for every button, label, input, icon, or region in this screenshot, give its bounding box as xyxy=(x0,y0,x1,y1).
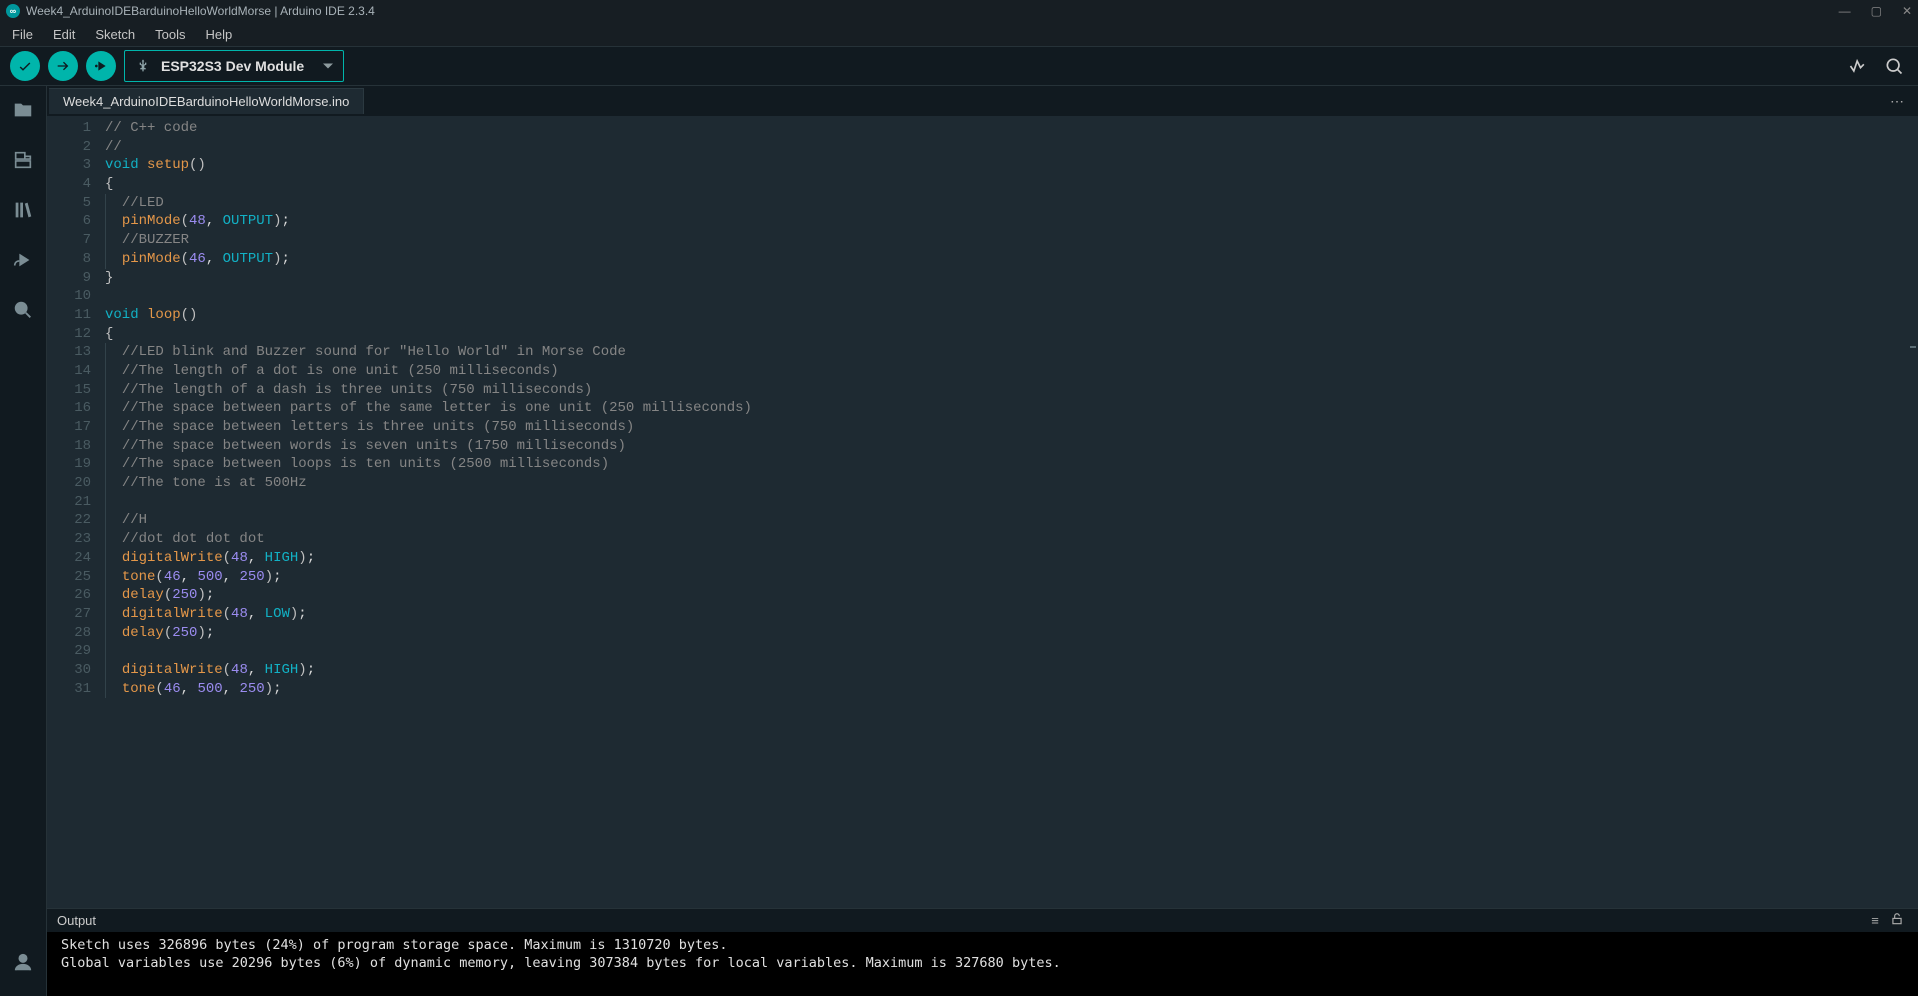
account-icon[interactable] xyxy=(9,948,37,976)
serial-plotter-button[interactable] xyxy=(1844,52,1872,80)
minimize-button[interactable]: — xyxy=(1839,4,1851,18)
usb-icon xyxy=(135,58,151,74)
menu-edit[interactable]: Edit xyxy=(45,25,83,44)
toolbar: ESP32S3 Dev Module xyxy=(0,46,1918,86)
debug-button[interactable] xyxy=(86,51,116,81)
menu-help[interactable]: Help xyxy=(197,25,240,44)
line-gutter: 1234567891011121314151617181920212223242… xyxy=(47,116,99,908)
editor-tabbar: Week4_ArduinoIDEBarduinoHelloWorldMorse.… xyxy=(47,86,1918,116)
menubar: File Edit Sketch Tools Help xyxy=(0,22,1918,46)
upload-button[interactable] xyxy=(48,51,78,81)
chevron-down-icon xyxy=(323,64,333,69)
output-lock-icon[interactable] xyxy=(1886,912,1908,929)
board-name: ESP32S3 Dev Module xyxy=(161,58,304,74)
code-editor[interactable]: 1234567891011121314151617181920212223242… xyxy=(47,116,1918,908)
output-panel[interactable]: Sketch uses 326896 bytes (24%) of progra… xyxy=(47,932,1918,996)
activity-bar xyxy=(0,86,47,996)
search-icon[interactable] xyxy=(9,296,37,324)
menu-file[interactable]: File xyxy=(4,25,41,44)
close-button[interactable]: ✕ xyxy=(1902,4,1912,18)
code-content[interactable]: // C++ code//void setup(){ //LED pinMode… xyxy=(99,116,1918,908)
app-logo-icon: ∞ xyxy=(6,4,20,18)
menu-sketch[interactable]: Sketch xyxy=(87,25,143,44)
output-panel-title: Output xyxy=(57,913,96,928)
titlebar: ∞ Week4_ArduinoIDEBarduinoHelloWorldMors… xyxy=(0,0,1918,22)
serial-monitor-button[interactable] xyxy=(1880,52,1908,80)
debug-sidebar-icon[interactable] xyxy=(9,246,37,274)
window-title: Week4_ArduinoIDEBarduinoHelloWorldMorse … xyxy=(26,4,1839,18)
minimap[interactable] xyxy=(1908,116,1916,908)
tab-overflow-button[interactable]: ⋯ xyxy=(1878,93,1918,110)
output-options-icon[interactable]: ≡ xyxy=(1864,913,1886,928)
board-manager-icon[interactable] xyxy=(9,146,37,174)
editor-tab[interactable]: Week4_ArduinoIDEBarduinoHelloWorldMorse.… xyxy=(49,88,364,114)
menu-tools[interactable]: Tools xyxy=(147,25,193,44)
output-panel-header: Output ≡ xyxy=(47,908,1918,932)
library-manager-icon[interactable] xyxy=(9,196,37,224)
sketchbook-icon[interactable] xyxy=(9,96,37,124)
maximize-button[interactable]: ▢ xyxy=(1871,4,1882,18)
verify-button[interactable] xyxy=(10,51,40,81)
board-selector[interactable]: ESP32S3 Dev Module xyxy=(124,50,344,82)
